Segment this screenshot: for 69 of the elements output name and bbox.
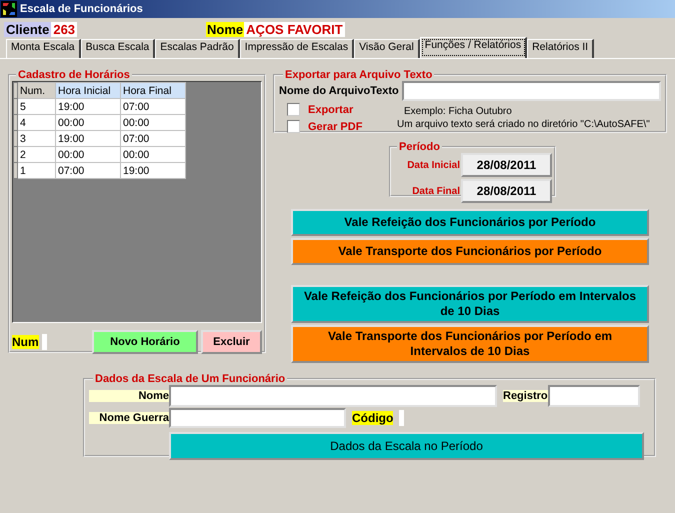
nome-label: Nome	[206, 22, 244, 36]
nome-guerra-field[interactable]	[169, 408, 346, 428]
report-button[interactable]: Vale Refeição dos Funcionários por Período em Intervalos de 10 Dias	[291, 285, 649, 323]
window-title: Escala de Funcionários	[20, 3, 143, 15]
table-cell: 5	[18, 98, 56, 114]
table-cell: 3	[18, 130, 56, 146]
date-label: Data Inicial	[407, 160, 460, 170]
report-button[interactable]: Vale Transporte dos Funcionários por Período	[291, 238, 649, 265]
row-header[interactable]	[14, 98, 18, 114]
table-cell: 07:00	[120, 130, 186, 146]
table-cell: 19:00	[56, 98, 120, 114]
table-cell: 4	[18, 114, 56, 130]
delete-button[interactable]: Excluir	[201, 330, 262, 354]
codigo-field[interactable]	[399, 410, 404, 426]
cliente-value: 263	[51, 22, 78, 36]
tab[interactable]: Relatórios II	[527, 39, 594, 58]
checkbox-label: Exportar	[308, 104, 354, 116]
num-field[interactable]	[42, 334, 47, 350]
codigo-label: Código	[352, 411, 394, 425]
row-header[interactable]	[14, 146, 18, 162]
nome-value: AÇOS FAVORIT	[244, 22, 345, 36]
table-cell: 19:00	[56, 130, 120, 146]
row-header[interactable]	[14, 114, 18, 130]
tab[interactable]: Impressão de Escalas	[240, 39, 354, 58]
tab[interactable]: Escalas Padrão	[155, 39, 240, 58]
nome-guerra-label: Nome Guerra	[89, 412, 169, 424]
table-cell: 19:00	[120, 162, 186, 178]
checkbox[interactable]	[287, 103, 300, 116]
date-button[interactable]: 28/08/2011	[461, 179, 552, 203]
num-label: Num	[12, 334, 39, 348]
row-header[interactable]	[14, 130, 18, 146]
group-title: Cadastro de Horários	[17, 69, 131, 81]
nome-field[interactable]	[169, 385, 497, 407]
file-name-label: Nome do ArquivoTexto	[279, 85, 399, 97]
table-cell: 07:00	[56, 162, 120, 178]
app-icon	[1, 1, 17, 17]
info-text: Um arquivo texto será criado no diretório "C:\AutoSAFE\"	[397, 118, 650, 131]
group-title: Período	[398, 141, 441, 153]
tab[interactable]: Busca Escala	[80, 39, 156, 58]
group-title: Exportar para Arquivo Texto	[284, 69, 434, 81]
cliente-label: Cliente	[4, 22, 52, 36]
table-cell: 00:00	[56, 114, 120, 130]
report-button[interactable]: Vale Transporte dos Funcionários por Período em Intervalos de 10 Dias	[291, 325, 649, 363]
table-cell: 00:00	[120, 146, 186, 162]
column-header: Hora Final	[120, 82, 186, 98]
example-text: Exemplo: Ficha Outubro	[404, 105, 512, 118]
table-cell: 00:00	[56, 146, 120, 162]
tab[interactable]: Funções / Relatórios	[420, 37, 528, 58]
tab[interactable]: Monta Escala	[6, 39, 81, 58]
table-cell: 07:00	[120, 98, 186, 114]
file-name-field[interactable]	[402, 81, 661, 101]
new-button[interactable]: Novo Horário	[92, 330, 198, 354]
date-label: Data Final	[412, 186, 460, 196]
registro-field[interactable]	[548, 385, 640, 407]
group-title: Dados da Escala de Um Funcionário	[94, 373, 286, 385]
row-header[interactable]	[14, 162, 18, 178]
table-cell: 00:00	[120, 114, 186, 130]
checkbox[interactable]	[287, 120, 300, 133]
registro-label: Registro	[503, 390, 548, 402]
column-header: Hora Inicial	[56, 82, 120, 98]
nome-label: Nome	[89, 390, 169, 402]
checkbox-label: Gerar PDF	[308, 120, 362, 132]
period-data-button[interactable]: Dados da Escala no Período	[169, 432, 644, 460]
table-cell: 2	[18, 146, 56, 162]
column-header: Num.	[18, 82, 56, 98]
report-button[interactable]: Vale Refeição dos Funcionários por Período	[291, 209, 649, 236]
date-button[interactable]: 28/08/2011	[461, 153, 552, 177]
table-cell: 1	[18, 162, 56, 178]
tab[interactable]: Visão Geral	[354, 39, 420, 58]
